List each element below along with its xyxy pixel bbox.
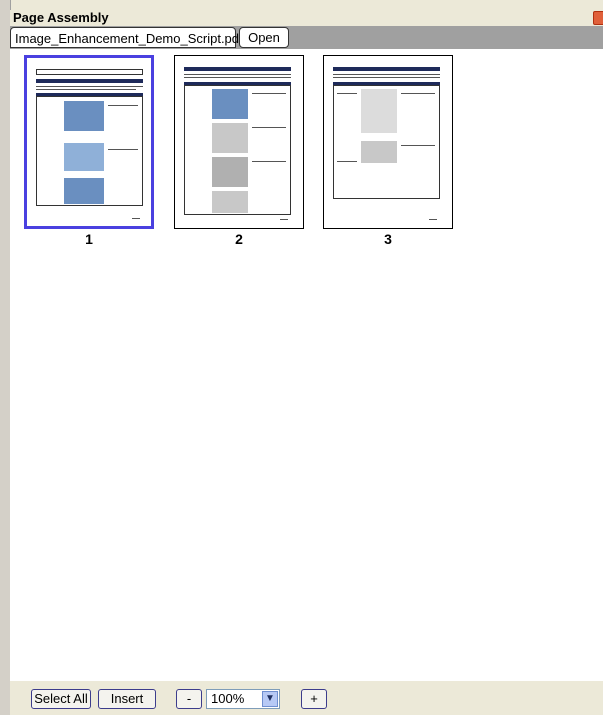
- text-line: [333, 77, 440, 78]
- screenshot-image: [212, 89, 248, 119]
- page-header-band: [184, 67, 291, 71]
- text-line: [108, 105, 138, 106]
- zoom-out-button[interactable]: -: [176, 689, 202, 709]
- page-thumbnail-2[interactable]: [174, 55, 304, 229]
- page-number-label: 2: [235, 231, 243, 247]
- window-title: Page Assembly: [13, 10, 109, 25]
- text-line: [36, 86, 143, 87]
- document-tab-strip: Image_Enhancement_Demo_Script.pdfX Open: [10, 26, 603, 49]
- page-header-band: [36, 79, 143, 83]
- screenshot-image: [361, 141, 397, 163]
- screenshot-image: [64, 143, 104, 171]
- screenshot-image: [212, 191, 248, 213]
- text-line: [108, 149, 138, 150]
- zoom-select[interactable]: 100% ▼: [206, 689, 280, 709]
- page-number-label: 1: [85, 231, 93, 247]
- screenshot-image: [212, 157, 248, 187]
- text-line: [337, 93, 357, 94]
- page-assembly-window: Page Assembly Image_Enhancement_Demo_Scr…: [0, 0, 603, 715]
- page-thumbnail-content: [329, 61, 447, 223]
- text-line: [36, 89, 136, 90]
- page-thumbnail-content: [32, 63, 146, 221]
- text-line: [337, 161, 357, 162]
- text-line: [252, 93, 286, 94]
- footer-text: [429, 219, 437, 220]
- text-line: [252, 127, 286, 128]
- screenshot-image: [361, 89, 397, 133]
- page-thumbnail-content: [180, 61, 298, 223]
- bottom-toolbar: Select All Insert - 100% ▼ +: [10, 681, 603, 715]
- zoom-value: 100%: [211, 691, 245, 706]
- screenshot-image: [212, 123, 248, 153]
- open-button[interactable]: Open: [239, 27, 289, 48]
- screenshot-image: [64, 101, 104, 131]
- text-line: [184, 74, 291, 75]
- screenshot-image: [64, 178, 104, 204]
- footer-text: [280, 219, 288, 220]
- text-line: [333, 74, 440, 75]
- page-thumbnail-1[interactable]: [24, 55, 154, 229]
- page-thumbnail-3[interactable]: [323, 55, 453, 229]
- tab-document-label: Image_Enhancement_Demo_Script.pdf: [15, 31, 243, 46]
- text-line: [252, 161, 286, 162]
- chevron-down-icon[interactable]: ▼: [262, 691, 278, 707]
- page-header-band: [333, 67, 440, 71]
- page-heading-box: [36, 69, 143, 75]
- zoom-in-button[interactable]: +: [301, 689, 327, 709]
- select-all-button[interactable]: Select All: [31, 689, 91, 709]
- text-line: [401, 145, 435, 146]
- close-icon[interactable]: [593, 11, 603, 25]
- thumbnail-panel: 1 2 3: [10, 49, 603, 681]
- footer-text: [132, 218, 140, 219]
- page-number-label: 3: [384, 231, 392, 247]
- insert-button[interactable]: Insert: [98, 689, 156, 709]
- title-bar: Page Assembly: [10, 10, 603, 26]
- text-line: [184, 77, 291, 78]
- text-line: [401, 93, 435, 94]
- tab-document[interactable]: Image_Enhancement_Demo_Script.pdfX: [10, 27, 256, 48]
